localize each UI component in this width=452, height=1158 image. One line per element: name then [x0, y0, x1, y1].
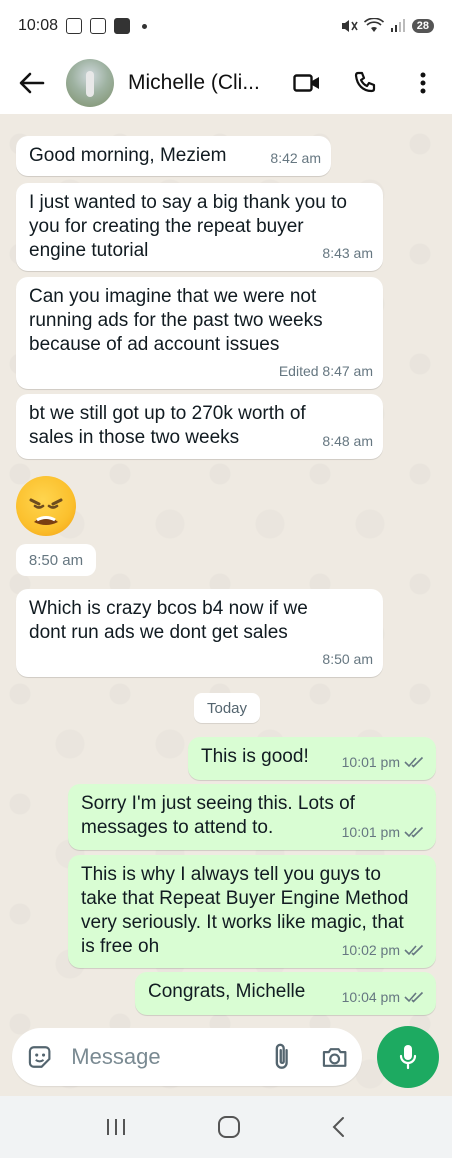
message-input[interactable] [71, 1044, 242, 1070]
voice-message-button[interactable] [377, 1026, 439, 1088]
tired-face-emoji[interactable] [16, 476, 76, 536]
chat-header: Michelle (Cli... [0, 52, 452, 114]
back-nav-icon[interactable] [331, 1115, 347, 1139]
contact-name[interactable]: Michelle (Cli... [128, 71, 274, 95]
microphone-icon [399, 1045, 417, 1070]
chat-area[interactable]: Good morning, Meziem 8:42 am I just want… [0, 114, 452, 1096]
status-bar: 10:08 28 [0, 0, 452, 52]
message-time: 8:48 am [322, 433, 373, 449]
incoming-message[interactable]: Can you imagine that we were not running… [16, 277, 383, 389]
date-divider: Today [194, 693, 260, 723]
incoming-message[interactable]: Which is crazy bcos b4 now if we dont ru… [16, 589, 383, 677]
message-text: Can you imagine that we were not running… [29, 286, 323, 355]
message-time: 10:04 pm [341, 989, 400, 1005]
incoming-message[interactable]: bt we still got up to 270k worth of sale… [16, 394, 383, 459]
system-nav-bar [0, 1096, 452, 1158]
mute-icon [341, 20, 358, 32]
message-time: 10:02 pm [341, 942, 400, 958]
message-time: 8:50 am [322, 651, 373, 667]
outgoing-message[interactable]: This is good! 10:01 pm [188, 737, 436, 780]
read-receipt-icon [404, 756, 424, 768]
message-time: Edited 8:47 am [278, 363, 373, 379]
message-time: 8:42 am [270, 150, 321, 166]
camera-icon[interactable] [321, 1045, 348, 1069]
battery-indicator: 28 [411, 19, 434, 33]
attach-icon[interactable] [271, 1042, 292, 1072]
message-meta: 10:01 pm [342, 750, 426, 774]
message-time: 8:43 am [322, 245, 373, 261]
emoji-time: 8:50 am [16, 544, 96, 576]
message-text: bt we still got up to 270k worth of sale… [29, 403, 306, 448]
voice-call-icon[interactable] [350, 68, 380, 98]
recent-apps-icon[interactable] [105, 1117, 127, 1137]
calendar-icon [90, 18, 107, 34]
more-notifications-icon [142, 23, 148, 29]
outgoing-message[interactable]: Congrats, Michelle 10:04 pm [135, 972, 436, 1015]
outgoing-message[interactable]: Sorry I'm just seeing this. Lots of mess… [68, 784, 436, 850]
message-meta: 10:02 pm [342, 938, 426, 962]
more-options-icon[interactable] [408, 68, 438, 98]
message-text: I just wanted to say a big thank you to … [29, 192, 347, 261]
back-arrow-icon[interactable] [14, 65, 50, 101]
message-composer [12, 1028, 362, 1086]
read-receipt-icon [404, 826, 424, 838]
message-text: Which is crazy bcos b4 now if we dont ru… [29, 598, 308, 643]
incoming-message[interactable]: Good morning, Meziem 8:42 am [16, 136, 331, 176]
outgoing-message[interactable]: This is why I always tell you guys to ta… [68, 855, 436, 968]
signal-icon [390, 19, 405, 32]
read-receipt-icon [404, 991, 424, 1003]
message-time: 10:01 pm [341, 824, 400, 840]
message-meta: 10:04 pm [342, 985, 426, 1009]
notification-icon [114, 18, 131, 34]
sticker-icon[interactable] [26, 1043, 53, 1071]
incoming-message[interactable]: I just wanted to say a big thank you to … [16, 183, 383, 271]
video-call-icon[interactable] [292, 68, 322, 98]
message-time: 10:01 pm [341, 754, 400, 770]
screenshot-icon [66, 18, 83, 34]
status-time: 10:08 [18, 17, 59, 34]
avatar[interactable] [66, 59, 114, 107]
read-receipt-icon [404, 944, 424, 956]
wifi-icon [363, 18, 384, 32]
home-icon[interactable] [217, 1115, 241, 1139]
message-meta: 10:01 pm [342, 820, 426, 844]
